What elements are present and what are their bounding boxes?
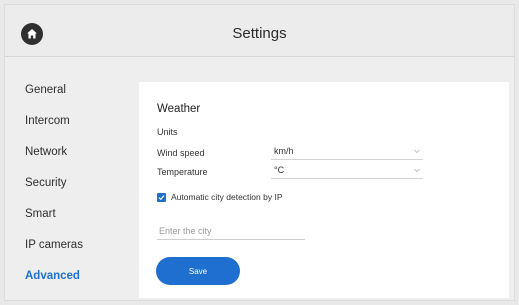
city-input[interactable]	[157, 223, 305, 240]
sidebar-item-security[interactable]: Security	[5, 168, 135, 199]
check-icon	[158, 194, 165, 200]
auto-city-checkbox[interactable]	[157, 192, 166, 202]
temperature-value: °C	[274, 165, 285, 175]
auto-city-detection[interactable]: Automatic city detection by IP	[157, 191, 283, 203]
section-title: Weather	[157, 103, 201, 115]
sidebar-item-smart[interactable]: Smart	[5, 199, 135, 230]
chevron-down-icon	[414, 149, 420, 154]
units-label: Units	[157, 127, 178, 137]
wind-speed-value: km/h	[274, 146, 294, 156]
sidebar-item-ip-cameras[interactable]: IP cameras	[5, 230, 135, 261]
settings-window: Settings General Intercom Network Securi…	[4, 4, 515, 301]
sidebar-item-advanced[interactable]: Advanced	[5, 261, 135, 292]
auto-city-label: Automatic city detection by IP	[171, 192, 283, 202]
wind-speed-select[interactable]: km/h	[271, 144, 423, 160]
weather-panel: Weather Units Wind speed km/h Temperatur…	[139, 82, 509, 298]
wind-speed-label: Wind speed	[157, 148, 205, 158]
chevron-down-icon	[414, 168, 420, 173]
header: Settings	[5, 5, 514, 57]
temperature-select[interactable]: °C	[271, 163, 423, 179]
sidebar: General Intercom Network Security Smart …	[5, 75, 135, 292]
sidebar-item-network[interactable]: Network	[5, 137, 135, 168]
save-button[interactable]: Save	[156, 257, 240, 285]
sidebar-item-general[interactable]: General	[5, 75, 135, 106]
sidebar-item-intercom[interactable]: Intercom	[5, 106, 135, 137]
page-title: Settings	[232, 25, 287, 42]
temperature-label: Temperature	[157, 167, 208, 177]
